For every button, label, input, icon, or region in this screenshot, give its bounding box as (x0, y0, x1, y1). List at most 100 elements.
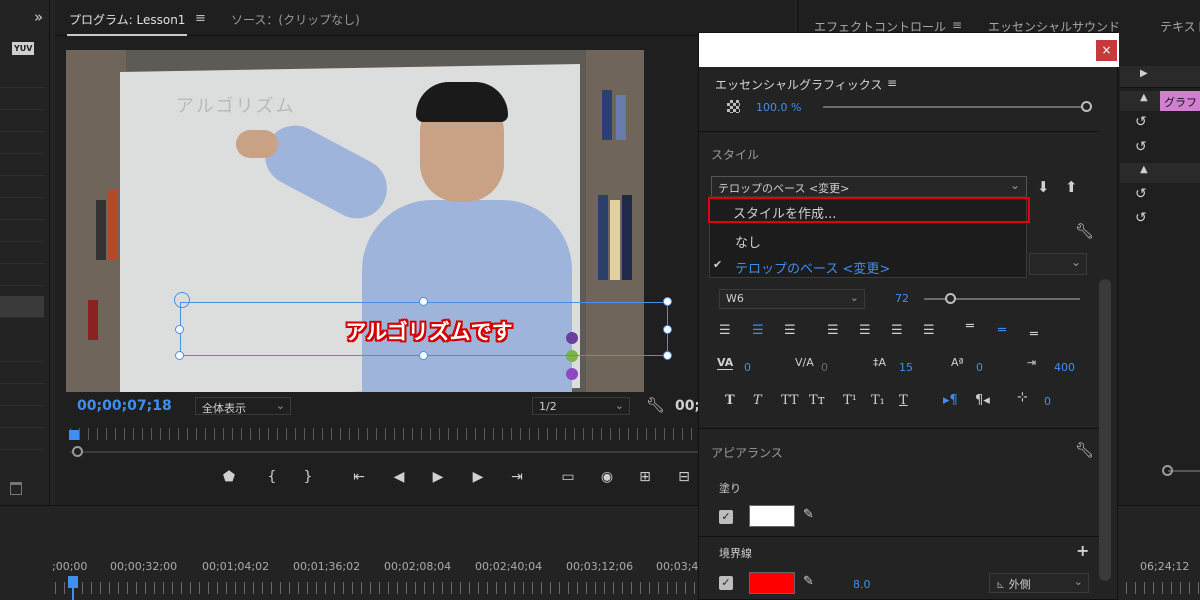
justify-all-icon[interactable]: ☰ (923, 323, 935, 338)
trash-icon[interactable] (10, 482, 22, 495)
resize-handle[interactable] (175, 351, 184, 360)
push-style-up-icon[interactable]: ⬆ (1065, 178, 1078, 196)
underline-icon[interactable]: T (899, 393, 908, 408)
small-caps-icon[interactable]: Tт (809, 393, 825, 408)
play-icon[interactable]: ▶︎ (426, 469, 450, 485)
justify-right-icon[interactable]: ☰ (891, 323, 903, 338)
tab-text[interactable]: テキスト (1160, 18, 1200, 35)
list-item[interactable] (0, 110, 44, 132)
list-item[interactable] (0, 88, 44, 110)
zoom-scroll-handle[interactable] (72, 446, 83, 457)
wrench-icon[interactable]: 🔧︎ (1075, 222, 1094, 240)
panel-expand-icon[interactable]: » (34, 8, 43, 26)
faux-bold-icon[interactable]: T (725, 393, 735, 408)
all-caps-icon[interactable]: TT (781, 393, 799, 408)
go-to-in-icon[interactable]: ⇤ (347, 469, 371, 485)
list-item[interactable] (0, 362, 44, 384)
panel-menu-icon[interactable]: ≡ (195, 11, 206, 26)
extract-icon[interactable]: ⊟ (672, 469, 696, 485)
list-item[interactable] (0, 340, 44, 362)
tab-program[interactable]: プログラム: Lesson1 (66, 11, 188, 36)
reset-icon[interactable]: ↺ (1135, 139, 1147, 155)
faux-italic-icon[interactable]: T (753, 393, 762, 408)
yuv-icon[interactable]: YUV (12, 42, 35, 55)
ltr-paragraph-icon[interactable]: ▸¶ (943, 393, 958, 408)
font-select-partial[interactable]: ⌄ (1029, 253, 1087, 275)
opacity-value[interactable]: 100.0 % (756, 101, 801, 114)
list-item[interactable] (0, 154, 44, 176)
safe-margins-icon[interactable]: ▭ (556, 469, 580, 485)
close-button[interactable]: × (1096, 40, 1117, 61)
graphic-clip[interactable]: グラフ (1160, 91, 1200, 111)
align-top-icon[interactable]: ═ (966, 319, 974, 334)
stroke-position-select[interactable]: ⊾ 外側 ⌄ (989, 573, 1089, 593)
go-to-out-icon[interactable]: ⇥ (505, 469, 529, 485)
zoom-select[interactable]: 全体表示 ⌄ (195, 397, 291, 415)
opacity-slider-handle[interactable] (1081, 101, 1092, 112)
resize-handle[interactable] (419, 297, 428, 306)
step-forward-icon[interactable]: ▶︎ (466, 469, 490, 485)
list-item[interactable] (0, 242, 44, 264)
zoom-scrollbar[interactable] (70, 451, 698, 453)
opacity-slider-track[interactable] (823, 106, 1085, 108)
tracking-value[interactable]: 0 (821, 361, 828, 374)
reset-icon[interactable]: ↺ (1135, 114, 1147, 130)
push-style-down-icon[interactable]: ⬇ (1037, 178, 1050, 196)
panel-menu-icon[interactable]: ≡ (887, 76, 897, 90)
out-point-icon[interactable]: } (296, 469, 320, 485)
fill-color-swatch[interactable] (749, 505, 795, 527)
export-frame-icon[interactable]: ◉ (595, 469, 619, 485)
superscript-icon[interactable]: T¹ (843, 393, 857, 408)
align-right-icon[interactable]: ☰ (784, 323, 796, 338)
dialog-scrollbar[interactable] (1099, 279, 1111, 581)
playhead-timecode[interactable]: 00;00;07;18 (77, 398, 172, 414)
tab-source[interactable]: ソース：(クリップなし) (231, 11, 360, 28)
style-select[interactable]: テロップのベース <変更> ⌄ (711, 176, 1027, 198)
list-item[interactable] (0, 428, 44, 450)
list-item[interactable] (0, 220, 44, 242)
anchor-point-icon[interactable] (174, 292, 190, 308)
baseline-value[interactable]: 0 (976, 361, 983, 374)
list-item[interactable] (0, 406, 44, 428)
align-center-icon[interactable]: ☰ (752, 323, 764, 338)
list-item[interactable] (0, 66, 44, 88)
menu-item-none[interactable]: なし (735, 232, 761, 251)
collapse-icon[interactable]: ▲ (1140, 92, 1148, 103)
font-size-slider-handle[interactable] (945, 293, 956, 304)
subscript-icon[interactable]: T₁ (871, 393, 885, 408)
tab-width-value[interactable]: 0 (1044, 395, 1051, 408)
justify-center-icon[interactable]: ☰ (859, 323, 871, 338)
resize-handle[interactable] (663, 351, 672, 360)
window-titlebar[interactable] (699, 33, 1119, 67)
list-item[interactable] (0, 198, 44, 220)
resize-handle[interactable] (663, 297, 672, 306)
font-weight-select[interactable]: W6 ⌄ (719, 289, 865, 309)
justify-left-icon[interactable]: ☰ (827, 323, 839, 338)
resolution-select[interactable]: 1/2 ⌄ (532, 397, 630, 415)
eyedropper-icon[interactable]: ✎ (803, 574, 814, 589)
caption-text[interactable]: アルゴリズムです (60, 316, 798, 346)
settings-wrench-icon[interactable]: 🔧︎ (646, 396, 665, 414)
list-item[interactable] (0, 132, 44, 154)
tsume-value[interactable]: 400 (1054, 361, 1075, 374)
add-stroke-icon[interactable]: + (1076, 541, 1089, 560)
monitor-playhead[interactable] (69, 430, 79, 440)
reset-icon[interactable]: ↺ (1135, 186, 1147, 202)
in-point-icon[interactable]: { (260, 469, 284, 485)
monitor-ruler[interactable] (70, 428, 698, 440)
font-size-value[interactable]: 72 (895, 292, 909, 305)
stroke-color-swatch[interactable] (749, 572, 795, 594)
panel-menu-icon[interactable]: ≡ (952, 18, 962, 32)
list-item[interactable] (0, 176, 44, 198)
eyedropper-icon[interactable]: ✎ (803, 507, 814, 522)
reset-icon[interactable]: ↺ (1135, 210, 1147, 226)
step-back-icon[interactable]: ◀︎ (387, 469, 411, 485)
fill-checkbox[interactable]: ✓ (719, 510, 733, 524)
list-item[interactable] (0, 264, 44, 286)
resize-handle[interactable] (419, 351, 428, 360)
leading-value[interactable]: 15 (899, 361, 913, 374)
align-bottom-icon[interactable]: ═ (1030, 327, 1038, 342)
list-item-selected[interactable] (0, 296, 44, 318)
stroke-checkbox[interactable]: ✓ (719, 576, 733, 590)
collapse-icon[interactable]: ▲ (1140, 164, 1148, 175)
